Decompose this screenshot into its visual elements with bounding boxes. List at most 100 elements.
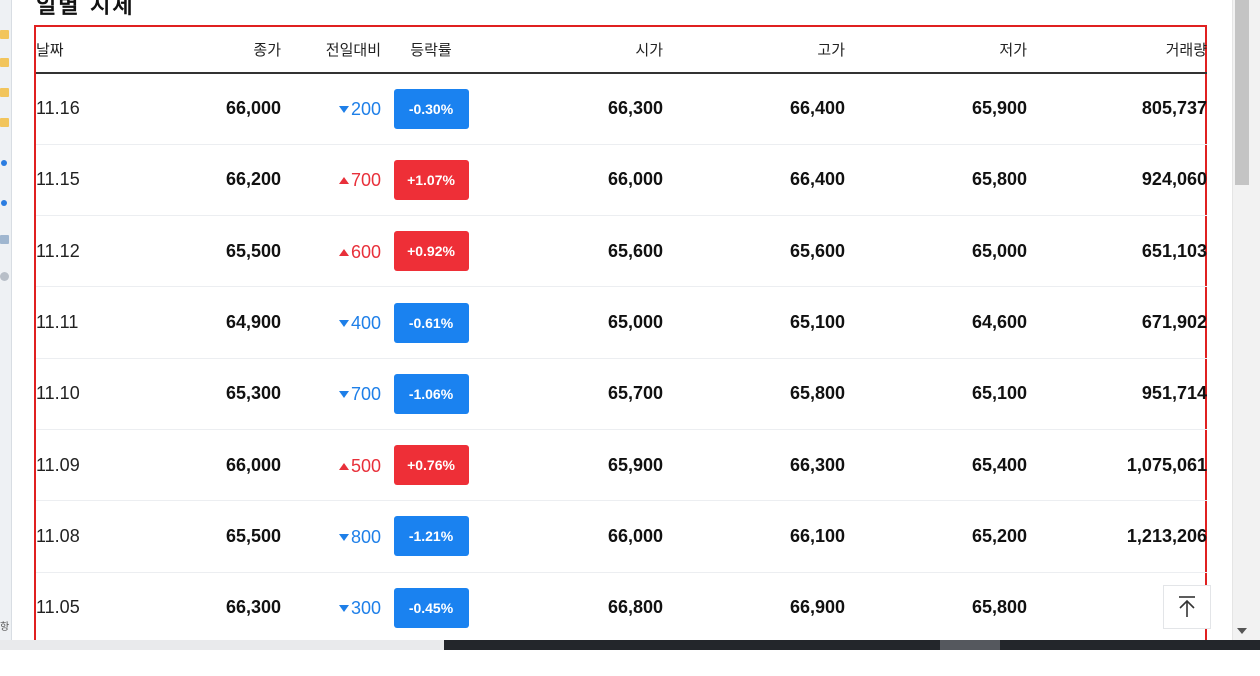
change-indicator: 200	[338, 99, 381, 120]
cell-volume: 671,902	[1027, 286, 1207, 359]
document-icon[interactable]	[0, 235, 9, 244]
cell-low: 65,900	[845, 73, 1027, 145]
change-indicator: 500	[338, 455, 381, 477]
table-row: 11.12 65,500 600 +0.92% 65,600 65,600 65,000 65…	[36, 215, 1207, 288]
column-header-close: 종가	[126, 27, 281, 74]
cell-change: 400	[281, 286, 381, 359]
triangle-up-icon	[338, 177, 349, 185]
folder-icon[interactable]	[0, 58, 9, 67]
gear-icon[interactable]	[0, 272, 9, 281]
cell-high: 66,400	[663, 144, 845, 217]
cell-change: 500	[281, 429, 381, 502]
rate-badge: +0.92%	[393, 231, 469, 272]
rate-badge: -0.30%	[393, 88, 469, 129]
change-value: 600	[350, 241, 381, 262]
daily-price-table-container: 날짜 종가 전일대비 등락률 시가 고가 저가 거래량 11.16 66,000 2…	[34, 25, 1207, 640]
change-value: 300	[350, 598, 381, 619]
cell-volume: 805,737	[1027, 73, 1207, 145]
cell-low: 65,000	[845, 215, 1027, 288]
rate-badge: -1.06%	[393, 373, 469, 414]
cell-close: 66,000	[126, 429, 281, 502]
scroll-down-arrow-icon[interactable]	[1237, 628, 1247, 634]
cell-open: 66,300	[481, 73, 663, 145]
cell-low: 65,800	[845, 144, 1027, 217]
cell-open: 66,000	[481, 500, 663, 573]
cell-rate: +1.07%	[381, 144, 481, 217]
triangle-up-icon	[338, 248, 349, 256]
daily-price-table: 날짜 종가 전일대비 등락률 시가 고가 저가 거래량 11.16 66,000 2…	[36, 27, 1207, 640]
cell-open: 66,000	[481, 144, 663, 217]
change-value: 700	[350, 170, 381, 191]
cell-date: 11.08	[36, 500, 126, 573]
change-indicator: 700	[338, 384, 381, 405]
cell-close: 66,200	[126, 144, 281, 217]
column-header-volume: 거래량	[1027, 27, 1207, 74]
folder-icon[interactable]	[0, 30, 9, 39]
side-panel-text: 항	[0, 622, 10, 633]
cell-rate: -0.61%	[381, 286, 481, 359]
cell-change: 800	[281, 500, 381, 573]
triangle-up-icon	[338, 462, 349, 470]
rate-badge: -0.45%	[393, 587, 469, 628]
cell-low: 65,100	[845, 358, 1027, 430]
cell-rate: +0.92%	[381, 215, 481, 288]
horizontal-scrollbar-thumb[interactable]	[940, 640, 1000, 650]
cell-change: 600	[281, 215, 381, 288]
change-value: 800	[350, 526, 381, 547]
cell-close: 66,000	[126, 73, 281, 145]
cell-close: 65,500	[126, 500, 281, 573]
column-header-change: 전일대비	[281, 27, 381, 74]
cell-volume: 651,103	[1027, 215, 1207, 288]
triangle-down-icon	[338, 605, 349, 613]
cell-close: 64,900	[126, 286, 281, 359]
cell-open: 65,000	[481, 286, 663, 359]
change-value: 500	[350, 455, 381, 476]
table-row: 11.0566,300300-0.45%66,80066,90065,8001,…	[36, 572, 1207, 640]
rate-badge: +1.07%	[393, 159, 469, 200]
cell-open: 65,600	[481, 215, 663, 288]
vertical-scrollbar[interactable]	[1232, 0, 1250, 640]
vertical-scrollbar-thumb[interactable]	[1235, 0, 1249, 185]
cell-high: 65,800	[663, 358, 845, 430]
folder-icon[interactable]	[0, 118, 9, 127]
cell-low: 65,400	[845, 429, 1027, 502]
cell-change: 700	[281, 358, 381, 430]
change-indicator: 300	[338, 598, 381, 619]
scroll-to-top-button[interactable]	[1163, 585, 1211, 629]
cell-high: 66,100	[663, 500, 845, 573]
change-indicator: 600	[338, 241, 381, 263]
cell-change: 700	[281, 144, 381, 217]
cell-date: 11.15	[36, 144, 126, 217]
change-value: 200	[350, 99, 381, 120]
horizontal-scrollbar[interactable]	[0, 640, 1260, 650]
column-header-open: 시가	[481, 27, 663, 74]
cell-volume: 1,213,206	[1027, 500, 1207, 573]
cell-high: 65,600	[663, 215, 845, 288]
change-value: 400	[350, 313, 381, 334]
triangle-down-icon	[338, 391, 349, 399]
cell-high: 65,100	[663, 286, 845, 359]
rate-badge: -0.61%	[393, 302, 469, 343]
cell-date: 11.05	[36, 572, 126, 640]
folder-icon[interactable]	[0, 88, 9, 97]
cell-rate: +0.76%	[381, 429, 481, 502]
cell-rate: -1.21%	[381, 500, 481, 573]
page-content: 일별 시세 날짜 종가 전일대비 등락률 시가 고가 저가 거래량 11.16 …	[12, 0, 1232, 640]
triangle-down-icon	[338, 106, 349, 114]
cell-high: 66,900	[663, 572, 845, 640]
change-indicator: 400	[338, 313, 381, 334]
arrow-up-to-top-icon	[1179, 596, 1195, 617]
triangle-down-icon	[338, 320, 349, 328]
cell-volume: 924,060	[1027, 144, 1207, 217]
change-value: 700	[350, 384, 381, 405]
cell-date: 11.12	[36, 215, 126, 288]
cell-open: 65,900	[481, 429, 663, 502]
table-row: 11.08 65,500 800 -1.21% 66,000 66,100 65,200 1,…	[36, 500, 1207, 573]
horizontal-scrollbar-track-light	[0, 640, 444, 650]
cell-date: 11.16	[36, 73, 126, 145]
column-header-rate: 등락률	[381, 27, 481, 74]
table-row: 11.09 66,000 500 +0.76% 65,900 66,300 65,400 1,…	[36, 429, 1207, 502]
table-row: 11.11 64,900 400 -0.61% 65,000 65,100 64,600 67…	[36, 286, 1207, 359]
cell-low: 65,200	[845, 500, 1027, 573]
cell-change: 300	[281, 572, 381, 640]
